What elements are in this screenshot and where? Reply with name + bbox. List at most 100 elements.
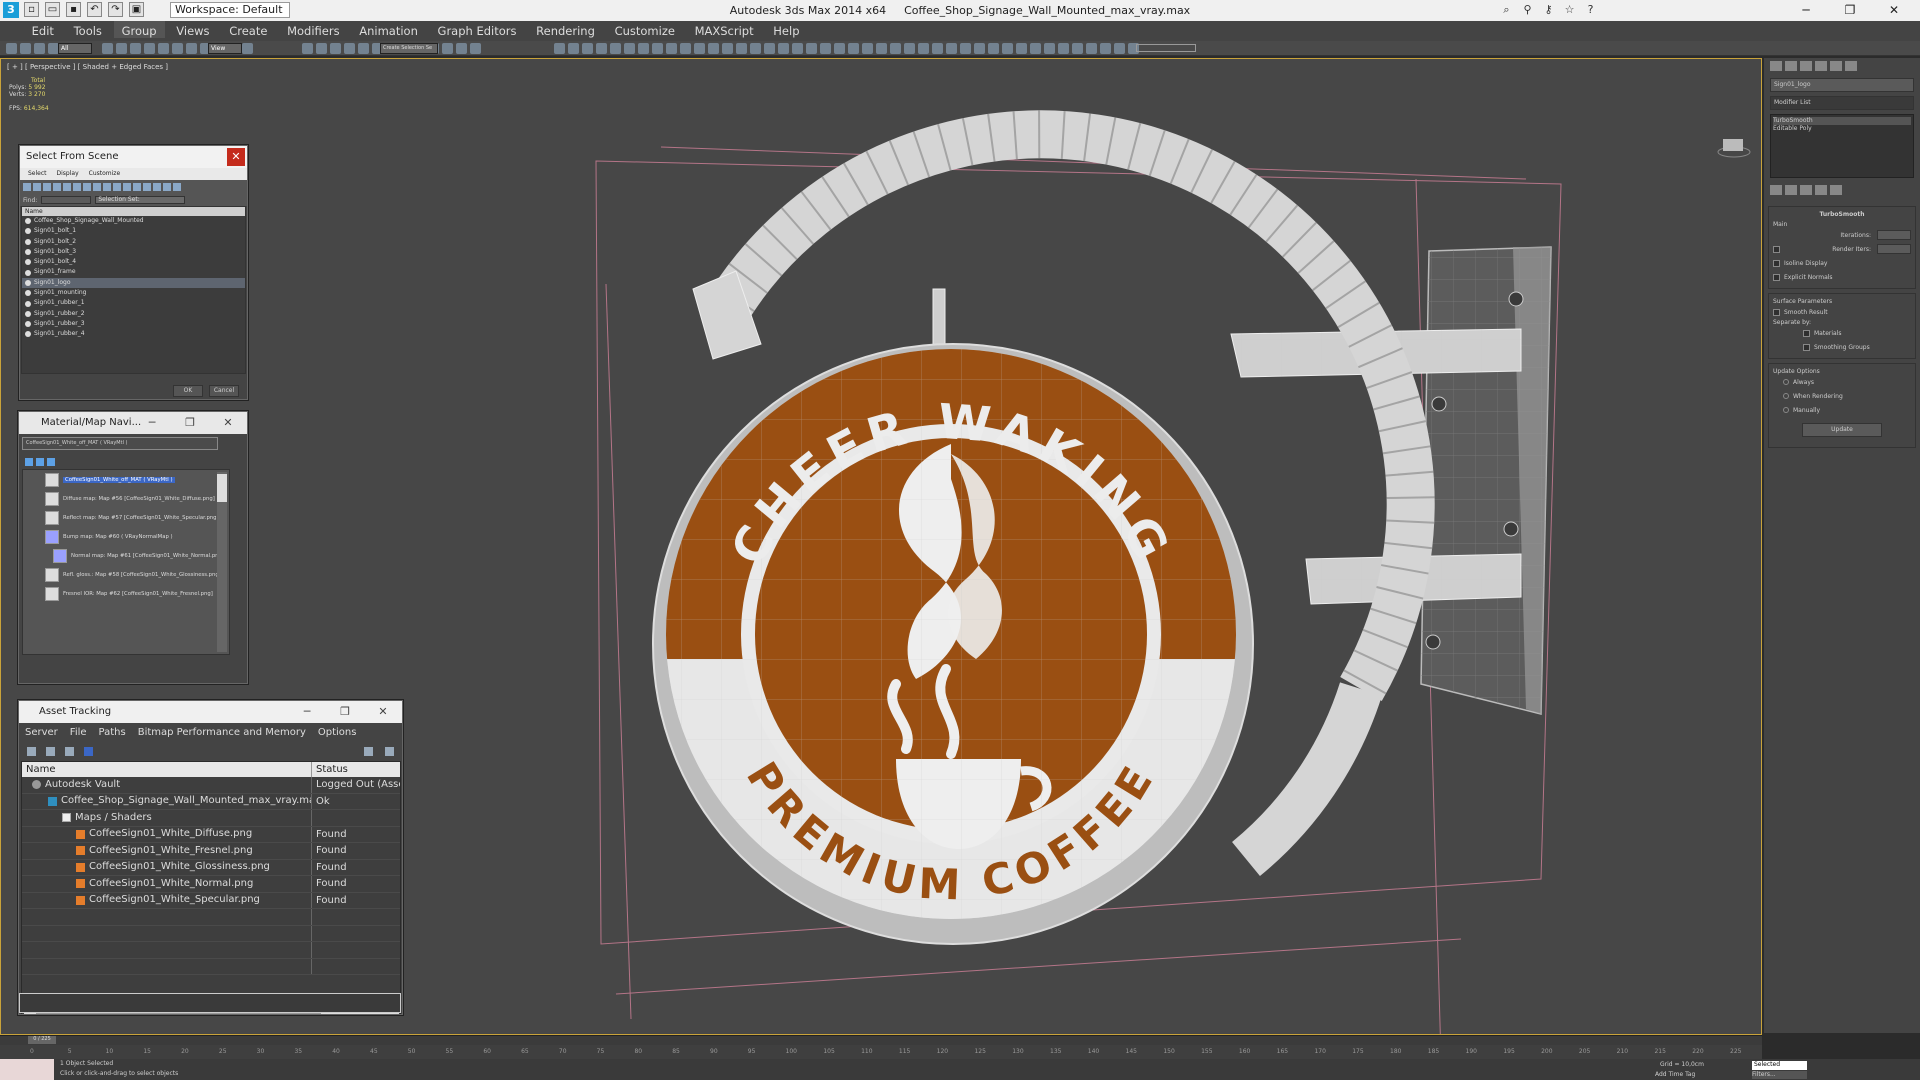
toolbar-tool-icon[interactable] bbox=[568, 43, 579, 54]
show-end-result-icon[interactable] bbox=[1785, 185, 1797, 195]
toolbar-tool-icon[interactable] bbox=[554, 43, 565, 54]
toolbar-tool-icon[interactable] bbox=[946, 43, 957, 54]
redo-icon[interactable]: ↷ bbox=[108, 2, 123, 17]
key-filter-dropdown[interactable]: Selected bbox=[1752, 1061, 1807, 1070]
maximize-button[interactable]: ❐ bbox=[326, 701, 364, 723]
close-button[interactable]: ✕ bbox=[364, 701, 402, 723]
vertical-scrollbar[interactable] bbox=[217, 472, 227, 652]
display-frozen-icon[interactable] bbox=[123, 183, 131, 191]
toolbar-tool-icon[interactable] bbox=[652, 43, 663, 54]
save-icon[interactable]: ▪ bbox=[66, 2, 81, 17]
minimize-button[interactable]: ─ bbox=[133, 412, 171, 434]
toolbar-tool-icon[interactable] bbox=[302, 43, 313, 54]
toolbar-tool-icon[interactable] bbox=[6, 43, 17, 54]
menu-modifiers[interactable]: Modifiers bbox=[279, 21, 348, 38]
toolbar-tool-icon[interactable] bbox=[890, 43, 901, 54]
menu-customize[interactable]: Customize bbox=[89, 170, 121, 178]
rollout-title[interactable]: TurboSmooth bbox=[1773, 211, 1911, 218]
modify-tab-icon[interactable] bbox=[1785, 61, 1797, 71]
toolbar-tool-icon[interactable] bbox=[130, 43, 141, 54]
toolbar-tool-icon[interactable] bbox=[876, 43, 887, 54]
menu-customize[interactable]: Customize bbox=[607, 21, 683, 38]
toolbar-tool-icon[interactable] bbox=[116, 43, 127, 54]
star-icon[interactable]: ☆ bbox=[1561, 2, 1578, 18]
menu-display[interactable]: Display bbox=[57, 170, 79, 178]
toolbar-tool-icon[interactable] bbox=[1030, 43, 1041, 54]
toolbar-tool-icon[interactable] bbox=[442, 43, 453, 54]
table-row[interactable]: Coffee_Shop_Signage_Wall_Mounted_max_vra… bbox=[22, 793, 400, 810]
scene-object-item[interactable]: Sign01_bolt_3 bbox=[22, 247, 245, 257]
stack-item-turbosmooth[interactable]: TurboSmooth bbox=[1773, 117, 1911, 125]
ref-coord-dropdown[interactable]: View bbox=[208, 43, 242, 54]
checkin-icon[interactable] bbox=[65, 747, 74, 756]
menu-bitmap-performance[interactable]: Bitmap Performance and Memory bbox=[138, 727, 306, 739]
table-row[interactable]: CoffeeSign01_White_Fresnel.png Found bbox=[22, 843, 400, 860]
update-button[interactable]: Update bbox=[1802, 423, 1882, 437]
menu-tools[interactable]: Tools bbox=[66, 21, 110, 38]
isoline-checkbox[interactable] bbox=[1773, 259, 1780, 267]
table-view-icon[interactable] bbox=[84, 747, 93, 756]
find-input[interactable] bbox=[41, 196, 92, 204]
time-slider[interactable]: 0 / 225 bbox=[28, 1036, 56, 1044]
toolbar-tool-icon[interactable] bbox=[1114, 43, 1125, 54]
motion-tab-icon[interactable] bbox=[1815, 61, 1827, 71]
close-button[interactable]: ✕ bbox=[1872, 0, 1916, 21]
cancel-button[interactable]: Cancel bbox=[209, 385, 239, 397]
named-selection-dropdown[interactable]: Create Selection Se bbox=[380, 43, 438, 54]
toolbar-tool-icon[interactable] bbox=[102, 43, 113, 54]
time-slider-track[interactable] bbox=[0, 1035, 1762, 1045]
select-invert-icon[interactable] bbox=[163, 183, 171, 191]
toolbar-tool-icon[interactable] bbox=[960, 43, 971, 54]
toolbar-tool-icon[interactable] bbox=[1072, 43, 1083, 54]
toolbar-tool-icon[interactable] bbox=[344, 43, 355, 54]
toolbar-tool-icon[interactable] bbox=[764, 43, 775, 54]
scene-object-item[interactable]: Sign01_frame bbox=[22, 267, 245, 277]
iterations-spinner[interactable] bbox=[1877, 230, 1911, 240]
toolbar-tool-icon[interactable] bbox=[638, 43, 649, 54]
toolbar-tool-icon[interactable] bbox=[242, 43, 253, 54]
toolbar-tool-icon[interactable] bbox=[470, 43, 481, 54]
menu-create[interactable]: Create bbox=[221, 21, 275, 38]
manually-radio[interactable] bbox=[1783, 407, 1789, 413]
toolbar-tool-icon[interactable] bbox=[722, 43, 733, 54]
toolbar-slider[interactable] bbox=[1136, 44, 1196, 52]
menu-edit[interactable]: Edit bbox=[24, 21, 62, 38]
toolbar-tool-icon[interactable] bbox=[862, 43, 873, 54]
scroll-thumb[interactable] bbox=[217, 474, 227, 502]
remove-modifier-icon[interactable] bbox=[1815, 185, 1827, 195]
scene-object-item[interactable]: Coffee_Shop_Signage_Wall_Mounted bbox=[22, 216, 245, 226]
menu-group[interactable]: Group bbox=[113, 21, 165, 38]
toolbar-tool-icon[interactable] bbox=[610, 43, 621, 54]
toolbar-tool-icon[interactable] bbox=[974, 43, 985, 54]
filter-icon[interactable] bbox=[173, 183, 181, 191]
toolbar-tool-icon[interactable] bbox=[1016, 43, 1027, 54]
display-groups-icon[interactable] bbox=[83, 183, 91, 191]
table-row[interactable]: CoffeeSign01_White_Normal.png Found bbox=[22, 876, 400, 893]
wall-mount-plate[interactable] bbox=[1420, 246, 1552, 715]
toolbar-tool-icon[interactable] bbox=[750, 43, 761, 54]
scene-object-item[interactable]: Sign01_rubber_2 bbox=[22, 309, 245, 319]
map-node[interactable]: Refl. gloss.: Map #58 [CoffeeSign01_Whit… bbox=[23, 565, 229, 584]
toolbar-tool-icon[interactable] bbox=[330, 43, 341, 54]
minimize-button[interactable]: ─ bbox=[288, 701, 326, 723]
display-lights-icon[interactable] bbox=[43, 183, 51, 191]
toolbar-tool-icon[interactable] bbox=[806, 43, 817, 54]
ok-button[interactable]: OK bbox=[173, 385, 203, 397]
map-node[interactable]: Bump map: Map #60 ( VRayNormalMap ) bbox=[23, 527, 229, 546]
menu-file[interactable]: File bbox=[70, 727, 87, 739]
display-spacewarps-icon[interactable] bbox=[73, 183, 81, 191]
display-hidden-icon[interactable] bbox=[133, 183, 141, 191]
display-geometry-icon[interactable] bbox=[23, 183, 31, 191]
toolbar-tool-icon[interactable] bbox=[932, 43, 943, 54]
always-radio[interactable] bbox=[1783, 379, 1789, 385]
stack-item-editable-poly[interactable]: Editable Poly bbox=[1773, 125, 1911, 133]
toolbar-tool-icon[interactable] bbox=[456, 43, 467, 54]
create-tab-icon[interactable] bbox=[1770, 61, 1782, 71]
modifier-list-dropdown[interactable]: Modifier List bbox=[1770, 96, 1914, 110]
toolbar-tool-icon[interactable] bbox=[316, 43, 327, 54]
menu-views[interactable]: Views bbox=[168, 21, 217, 38]
toolbar-tool-icon[interactable] bbox=[904, 43, 915, 54]
map-node[interactable]: Diffuse map: Map #56 [CoffeeSign01_White… bbox=[23, 489, 229, 508]
key-icon[interactable]: ⚷ bbox=[1540, 2, 1557, 18]
close-button[interactable]: ✕ bbox=[209, 412, 247, 434]
